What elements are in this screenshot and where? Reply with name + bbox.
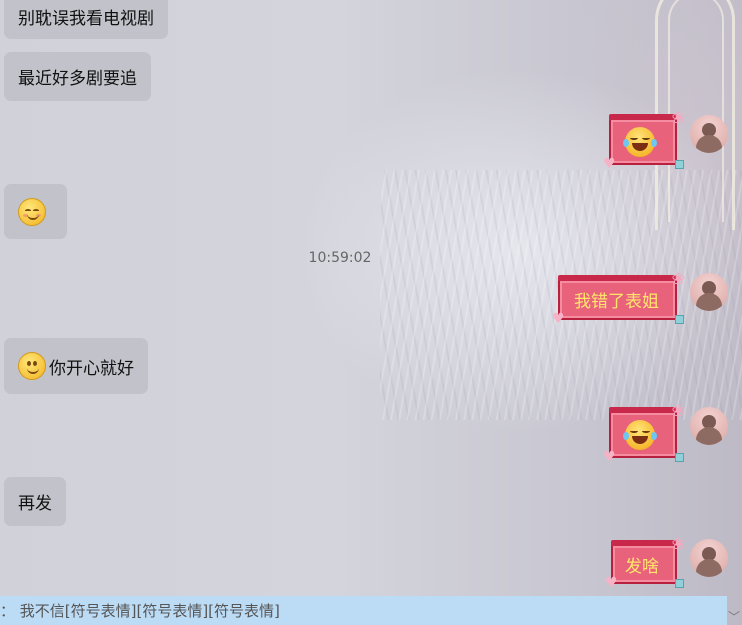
relieved-face-icon [18,197,46,226]
message-bubble-right-gift[interactable]: ❀ ♥ 发啥 [605,534,685,591]
message-timestamp: 10:59:02 [308,250,372,266]
heart-icon: ♥ [605,575,618,591]
tears-of-joy-face-icon [623,126,657,157]
bow-icon: ❀ [671,269,685,288]
reply-preview-bar[interactable]: ： 我不信[符号表情][符号表情][符号表情] [0,596,727,625]
bow-icon: ❀ [671,534,685,553]
smiling-face-icon [18,352,46,380]
heart-icon: ♥ [603,449,616,465]
reply-preview-text: ： 我不信[符号表情][符号表情][符号表情] [0,602,280,620]
tears-of-joy-face-icon [623,419,657,450]
avatar[interactable] [690,273,728,311]
bow-icon: ❀ [671,108,685,127]
message-bubble-left[interactable] [4,184,67,239]
message-text: 最近好多剧要追 [18,69,137,89]
message-text: 再发 [18,494,52,514]
gift-box-icon [675,160,684,169]
message-bubble-right-gift[interactable]: ❀ ♥ 我错了表姐 [552,269,685,327]
gift-box-icon [675,453,684,462]
message-bubble-left[interactable]: 再发 [4,477,66,526]
message-bubble-right-gift[interactable]: ❀ ♥ [603,401,685,465]
chevron-down-icon[interactable]: ﹀ [728,608,740,625]
message-bubble-left[interactable]: 你开心就好 [4,338,148,394]
message-bubble-left[interactable]: 最近好多剧要追 [4,52,151,101]
message-text: 发啥 [625,556,659,577]
message-text: 别耽误我看电视剧 [18,9,154,29]
gift-box-icon [675,579,684,588]
heart-icon: ♥ [603,156,616,172]
heart-icon: ♥ [552,311,565,327]
avatar[interactable] [690,407,728,445]
message-text: 你开心就好 [49,358,134,379]
avatar[interactable] [690,115,728,153]
message-bubble-left[interactable]: 别耽误我看电视剧 [4,0,168,39]
message-text: 我错了表姐 [574,292,659,312]
avatar[interactable] [690,539,728,577]
gift-box-icon [675,315,684,324]
bow-icon: ❀ [671,401,685,420]
message-bubble-right-gift[interactable]: ❀ ♥ [603,108,685,172]
